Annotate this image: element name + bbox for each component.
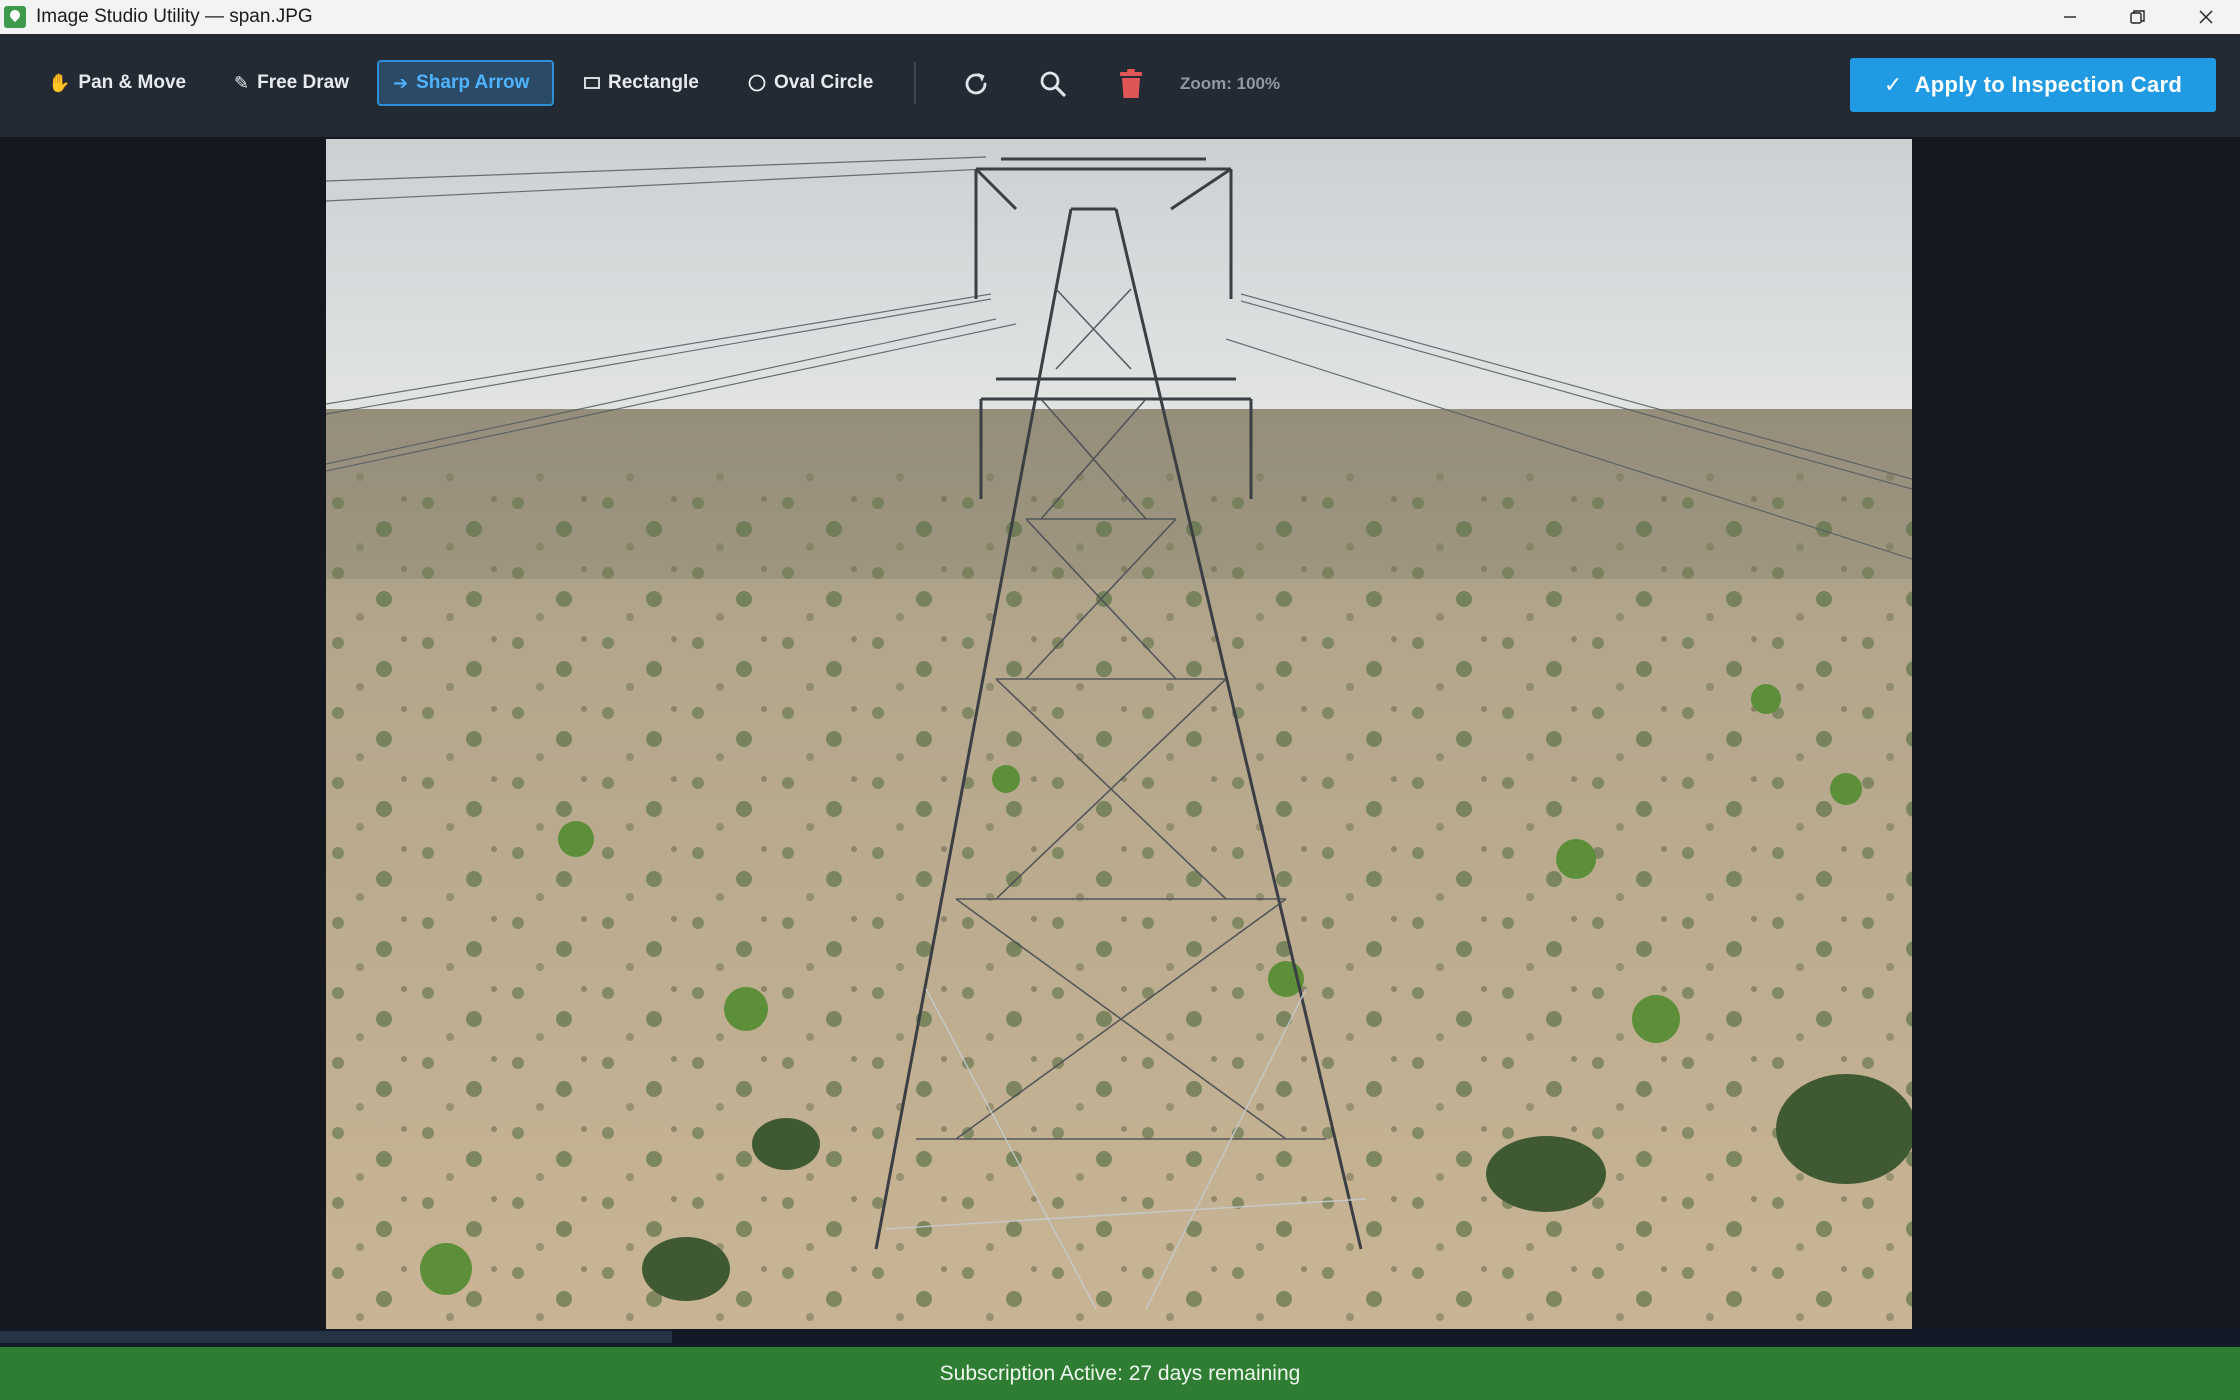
delete-button[interactable] bbox=[1113, 66, 1149, 102]
trash-icon bbox=[1120, 69, 1142, 98]
hand-icon: ✋ bbox=[48, 72, 71, 93]
restore-button[interactable] bbox=[2104, 0, 2172, 34]
circle-icon bbox=[748, 74, 766, 92]
pan-move-tool[interactable]: ✋ Pan & Move bbox=[34, 60, 200, 106]
tool-label: Free Draw bbox=[257, 72, 349, 93]
apply-to-inspection-card-button[interactable]: ✓ Apply to Inspection Card bbox=[1850, 58, 2216, 112]
title-bar: Image Studio Utility — span.JPG bbox=[0, 0, 2240, 34]
oval-circle-tool[interactable]: Oval Circle bbox=[734, 60, 887, 106]
transmission-tower-photo bbox=[326, 139, 1912, 1329]
subscription-status-text: Subscription Active: 27 days remaining bbox=[939, 1361, 1301, 1385]
rectangle-tool[interactable]: Rectangle bbox=[570, 60, 713, 106]
minimize-icon bbox=[2064, 16, 2076, 18]
window-controls bbox=[2036, 0, 2240, 34]
toolbar: ✋ Pan & Move ✎ Free Draw ➔ Sharp Arrow R… bbox=[0, 34, 2240, 137]
tool-label: Oval Circle bbox=[774, 72, 874, 93]
window-title: Image Studio Utility — span.JPG bbox=[36, 6, 313, 27]
sharp-arrow-tool[interactable]: ➔ Sharp Arrow bbox=[377, 60, 554, 106]
free-draw-tool[interactable]: ✎ Free Draw bbox=[220, 60, 363, 106]
toolbar-divider bbox=[914, 62, 916, 104]
tool-label: Pan & Move bbox=[78, 72, 187, 93]
arrow-right-icon: ➔ bbox=[393, 72, 409, 93]
horizontal-scrollbar[interactable] bbox=[0, 1329, 2240, 1347]
subscription-status-bar: Subscription Active: 27 days remaining bbox=[0, 1347, 2240, 1400]
search-button[interactable] bbox=[1035, 66, 1071, 102]
close-icon bbox=[2199, 10, 2213, 24]
close-button[interactable] bbox=[2172, 0, 2240, 34]
apply-button-label: Apply to Inspection Card bbox=[1914, 72, 2183, 97]
reset-rotate-icon bbox=[965, 73, 987, 95]
tool-label: Rectangle bbox=[608, 72, 699, 93]
tool-label: Sharp Arrow bbox=[416, 72, 530, 93]
check-icon: ✓ bbox=[1883, 72, 1903, 97]
app-logo-icon bbox=[4, 6, 26, 28]
zoom-level: Zoom: 100% bbox=[1180, 74, 1281, 93]
search-icon bbox=[1040, 71, 1066, 97]
rectangle-icon bbox=[584, 77, 600, 89]
restore-icon bbox=[2130, 10, 2145, 24]
minimize-button[interactable] bbox=[2036, 0, 2104, 34]
inspection-photo[interactable] bbox=[326, 139, 1912, 1329]
image-canvas[interactable] bbox=[0, 137, 2240, 1329]
scrollbar-thumb[interactable] bbox=[0, 1331, 672, 1343]
pencil-icon: ✎ bbox=[234, 72, 250, 93]
reset-button[interactable] bbox=[958, 66, 994, 102]
